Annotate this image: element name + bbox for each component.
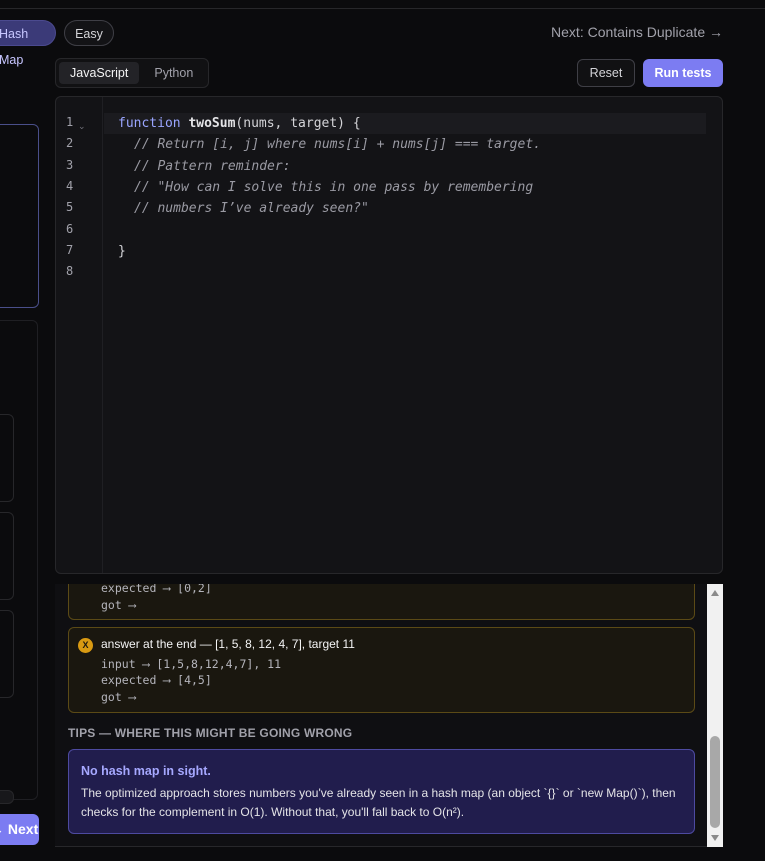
reset-button[interactable]: Reset [577,59,635,87]
code-line-4: // "How can I solve this in one pass by … [134,180,534,195]
next-button-label: Next → [0,821,39,837]
difficulty-chip: Easy [64,20,114,46]
test-case-title: answer at the end — [1, 5, 8, 12, 4, 7],… [101,637,355,651]
tip-card: No hash map in sight. The optimized appr… [68,749,695,834]
tab-javascript[interactable]: JavaScript [59,62,140,84]
fold-chevron-icon[interactable]: ⌄ [78,121,86,132]
line-gutter: 1 ⌄ 2 3 4 5 6 7 8 [56,97,103,573]
next-problem-link[interactable]: Next: Contains Duplicate → [551,24,723,40]
fail-icon: X [78,638,93,653]
run-tests-button[interactable]: Run tests [643,59,723,87]
test-results-panel[interactable]: expected ⟶ [0,2] got ⟶ X answer at the e… [55,584,723,847]
scroll-up-arrow-icon[interactable] [711,590,719,596]
code-line-7: } [118,244,126,259]
line-number: 4 [66,179,74,193]
keyword-function: function [118,116,181,131]
tips-heading: TIPS — WHERE THIS MIGHT BE GOING WRONG [68,726,353,740]
line-number: 8 [66,264,74,278]
function-params: (nums, target) { [235,116,361,131]
line-number: 6 [66,222,74,236]
test-case-card: expected ⟶ [0,2] got ⟶ [68,584,695,620]
example-card [0,414,14,502]
actual-output: got ⟶ [101,690,136,704]
line-number: 1 [66,115,74,129]
scroll-down-arrow-icon[interactable] [711,835,719,841]
example-card [0,512,14,600]
code-line-2: // Return [i, j] where nums[i] + nums[j]… [134,137,541,152]
test-case-card: X answer at the end — [1, 5, 8, 12, 4, 7… [68,627,695,713]
function-name: twoSum [188,116,236,131]
tip-body: The optimized approach stores numbers yo… [81,786,676,819]
example-card [0,610,14,698]
expected-output: expected ⟶ [4,5] [101,673,212,687]
test-input: input ⟶ [1,5,8,12,4,7], 11 [101,657,282,671]
code-line-3: // Pattern reminder: [134,159,291,174]
top-divider [0,8,765,9]
tab-python[interactable]: Python [143,62,204,84]
scrollbar-thumb[interactable] [710,736,720,828]
tip-title: No hash map in sight. [81,764,211,778]
pattern-chip[interactable]: Hash Map [0,20,56,67]
language-tabs: JavaScript Python [55,58,209,88]
line-number: 2 [66,136,74,150]
line-number: 5 [66,200,74,214]
left-panel-footer [0,790,14,804]
expected-output: expected ⟶ [0,2] [101,584,212,595]
actual-output: got ⟶ [101,598,136,612]
line-number: 3 [66,158,74,172]
code-line-5: // numbers I’ve already seen?" [134,201,369,216]
code-line-1: function twoSum(nums, target) { [118,116,361,131]
next-button[interactable]: Next → [0,814,39,845]
line-number: 7 [66,243,74,257]
results-scrollbar[interactable] [707,584,723,847]
code-editor[interactable]: 1 ⌄ 2 3 4 5 6 7 8 function twoSum(nums, … [55,96,723,574]
problem-description-card [0,124,39,308]
